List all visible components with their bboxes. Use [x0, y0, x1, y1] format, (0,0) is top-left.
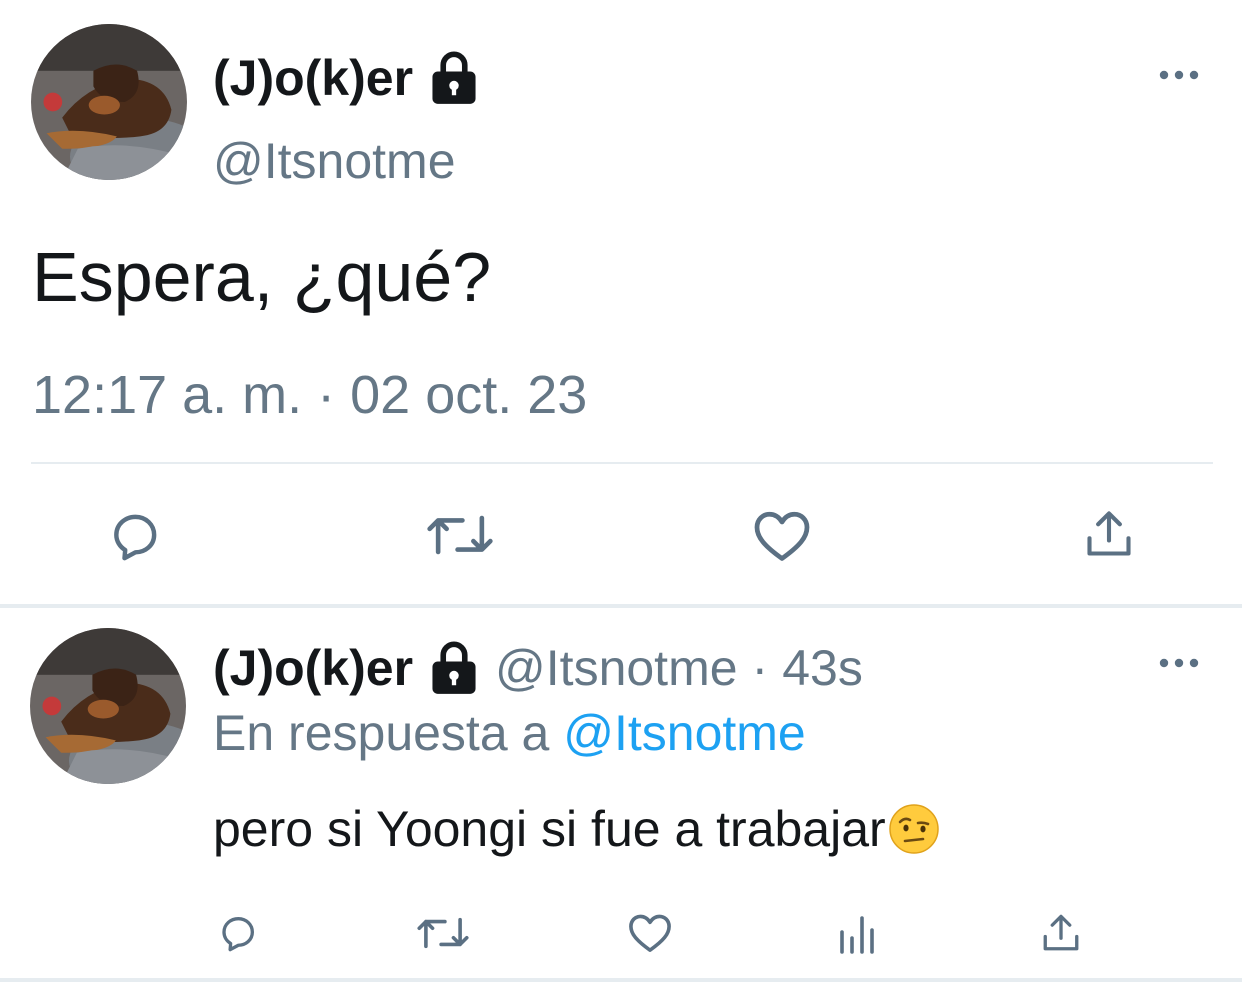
page: (J)o(k)er @Itsnotme Espera, ¿qué? 12:17 … — [0, 0, 1242, 984]
display-name[interactable]: (J)o(k)er — [213, 49, 413, 107]
display-name[interactable]: (J)o(k)er — [213, 639, 413, 697]
reply-icon[interactable] — [106, 508, 164, 564]
relative-time[interactable]: 43s — [782, 639, 863, 697]
mention-link[interactable]: @Itsnotme — [563, 705, 806, 761]
retweet-icon[interactable] — [426, 510, 494, 560]
lock-icon — [427, 50, 481, 106]
raised-eyebrow-emoji-icon — [888, 803, 940, 855]
like-icon[interactable] — [752, 508, 812, 564]
tweet-text-content: pero si Yoongi si fue a trabajar — [213, 801, 886, 857]
share-icon[interactable] — [1040, 912, 1082, 954]
author-row: (J)o(k)er — [213, 46, 481, 110]
lock-icon — [427, 640, 481, 696]
avatar[interactable] — [31, 24, 187, 180]
handle[interactable]: @Itsnotme — [213, 132, 456, 190]
reply-context-prefix: En respuesta a — [213, 705, 550, 761]
separator: · — [751, 640, 769, 696]
bottom-divider — [0, 978, 1242, 982]
retweet-icon[interactable] — [416, 914, 470, 952]
handle[interactable]: @Itsnotme — [495, 639, 738, 697]
like-icon[interactable] — [626, 912, 674, 954]
tweet-text: pero si Yoongi si fue a trabajar — [213, 800, 940, 858]
tweet-text: Espera, ¿qué? — [32, 238, 492, 316]
avatar[interactable] — [30, 628, 186, 784]
divider — [31, 462, 1213, 464]
reply-header: (J)o(k)er @Itsnotme · 43s — [213, 636, 863, 700]
reply-context: En respuesta a @Itsnotme — [213, 704, 806, 762]
more-options-icon[interactable] — [1158, 656, 1200, 668]
share-icon[interactable] — [1082, 508, 1136, 560]
main-tweet[interactable]: (J)o(k)er @Itsnotme Espera, ¿qué? 12:17 … — [0, 0, 1242, 606]
stats-icon[interactable] — [836, 914, 876, 954]
reply-icon[interactable] — [216, 912, 260, 954]
timestamp[interactable]: 12:17 a. m. · 02 oct. 23 — [32, 364, 587, 426]
section-divider — [0, 604, 1242, 608]
more-options-icon[interactable] — [1158, 68, 1200, 80]
